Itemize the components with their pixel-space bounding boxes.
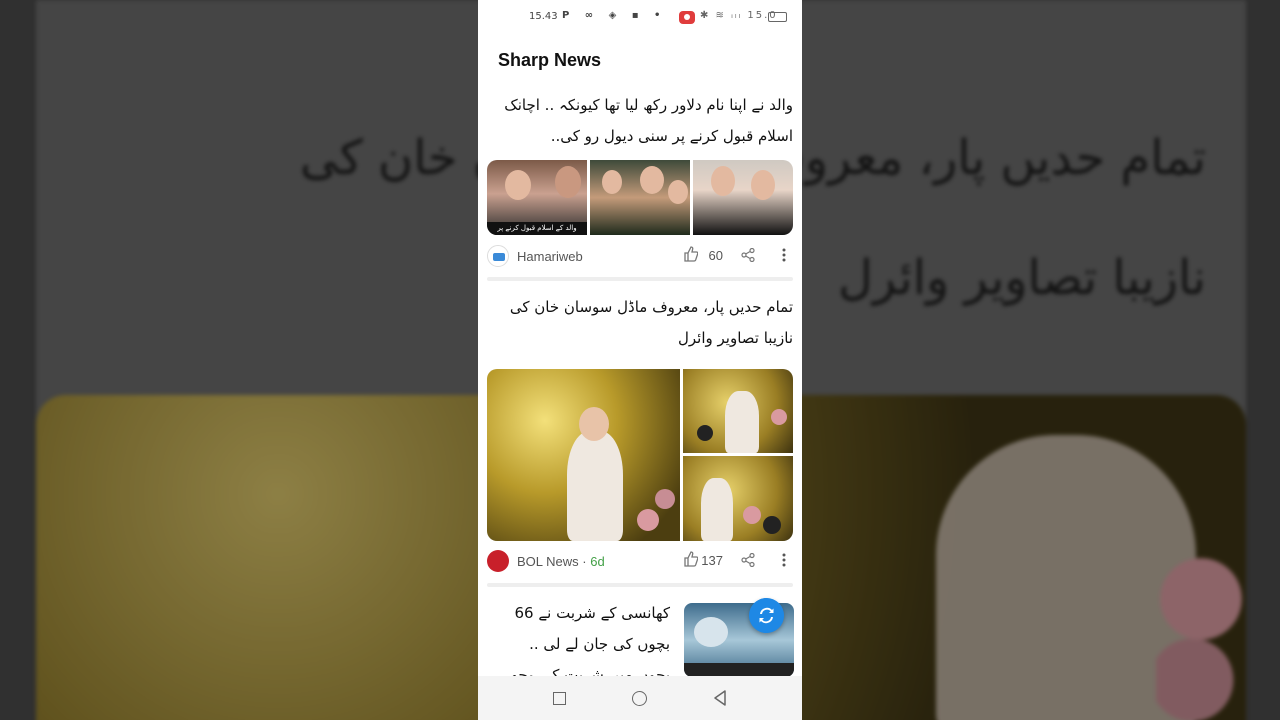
- share-icon[interactable]: [741, 248, 755, 262]
- article-headline[interactable]: والد نے اپنا نام دلاور رکھ لیا تھا کیونک…: [487, 90, 793, 152]
- hamariweb-logo: [487, 245, 509, 267]
- article-source[interactable]: Hamariweb: [517, 249, 583, 264]
- gallery-photo: [683, 369, 793, 453]
- image-caption: والد کے اسلام قبول کرنے پر پچھتاوا: [487, 222, 587, 235]
- photo-panel: والد کے اسلام قبول کرنے پر پچھتاوا: [487, 160, 587, 235]
- thumbs-up-icon[interactable]: [684, 551, 698, 567]
- background-left: تمام حدیں پار، معروف ماڈل سوسان خان کی ن…: [0, 0, 478, 720]
- notification-icons: P ∞ ◈ ▪ •: [562, 10, 667, 21]
- status-time: 15.43: [529, 11, 558, 22]
- divider: [487, 583, 793, 587]
- refresh-icon[interactable]: [749, 598, 784, 633]
- screen-record-icon: [679, 11, 695, 24]
- gallery-main-photo: [487, 369, 680, 541]
- article-gallery[interactable]: [487, 369, 793, 541]
- navigation-bar: [478, 676, 802, 720]
- more-vertical-icon[interactable]: [782, 248, 786, 262]
- thumbs-up-icon[interactable]: [684, 246, 698, 262]
- article-source[interactable]: BOL News · 6d: [517, 554, 605, 569]
- phone-screen: 15.43 P ∞ ◈ ▪ • ✱ ≋ ᵢₗₗ 15.0 Sharp News …: [478, 0, 802, 720]
- background-right: تمام حدیں پار، معروف ماڈل سوسان خان کی ن…: [802, 0, 1280, 720]
- article-image[interactable]: والد کے اسلام قبول کرنے پر پچھتاوا: [487, 160, 793, 235]
- home-icon[interactable]: [632, 691, 647, 706]
- more-vertical-icon[interactable]: [782, 553, 786, 567]
- like-count: 60: [708, 248, 723, 263]
- article-age: 6d: [590, 554, 605, 569]
- article-headline[interactable]: تمام حدیں پار، معروف ماڈل سوسان خان کی ن…: [487, 292, 793, 354]
- back-icon[interactable]: [713, 690, 727, 706]
- photo-panel: [590, 160, 690, 235]
- share-icon[interactable]: [741, 553, 755, 567]
- status-bar: 15.43 P ∞ ◈ ▪ • ✱ ≋ ᵢₗₗ 15.0: [478, 0, 802, 36]
- app-title: Sharp News: [498, 50, 602, 70]
- gallery-photo: [683, 456, 793, 541]
- system-status-icons: ✱ ≋ ᵢₗₗ 15.0: [700, 10, 778, 21]
- divider: [487, 277, 793, 281]
- like-count: 137: [701, 553, 723, 568]
- photo-panel: [693, 160, 793, 235]
- article-meta: Hamariweb 60: [487, 243, 793, 269]
- recent-apps-icon[interactable]: [553, 692, 566, 705]
- battery-icon: [768, 12, 787, 22]
- article-meta: BOL News · 6d 137: [487, 548, 793, 574]
- bol-news-logo: [487, 550, 509, 572]
